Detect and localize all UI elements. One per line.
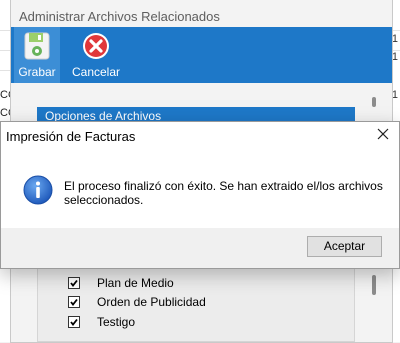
close-icon[interactable] (375, 126, 391, 142)
scroll-thumb[interactable] (372, 275, 376, 295)
accept-button[interactable]: Aceptar (307, 236, 382, 257)
message-dialog: Impresión de Facturas El proceso finaliz… (0, 121, 400, 269)
checkbox[interactable] (68, 316, 80, 328)
dialog-title: Impresión de Facturas (6, 129, 136, 144)
toolbar: Grabar Cancelar (11, 27, 392, 83)
file-option-label: Orden de Publicidad (97, 295, 206, 309)
checkmark-icon (70, 279, 78, 287)
dialog-message: El proceso finalizó con éxito. Se han ex… (64, 179, 383, 207)
window-title: Administrar Archivos Relacionados (19, 9, 220, 24)
file-option-label: Testigo (97, 315, 136, 329)
checkbox[interactable] (68, 296, 80, 308)
dialog-footer: Aceptar (1, 228, 399, 268)
cancel-button[interactable]: Cancelar (64, 27, 128, 83)
cancel-icon (83, 33, 109, 59)
checkmark-icon (70, 298, 78, 306)
cancel-button-label: Cancelar (71, 65, 121, 79)
scroll-thumb-top[interactable] (372, 97, 376, 107)
save-button[interactable]: Grabar (14, 27, 60, 83)
info-icon (23, 175, 53, 205)
checkbox[interactable] (68, 277, 80, 289)
floppy-disk-icon (24, 32, 50, 60)
dialog-content: El proceso finalizó con éxito. Se han ex… (1, 153, 399, 228)
checkmark-icon (70, 318, 78, 326)
save-button-label: Grabar (18, 65, 56, 79)
file-option-label: Plan de Medio (97, 276, 174, 290)
